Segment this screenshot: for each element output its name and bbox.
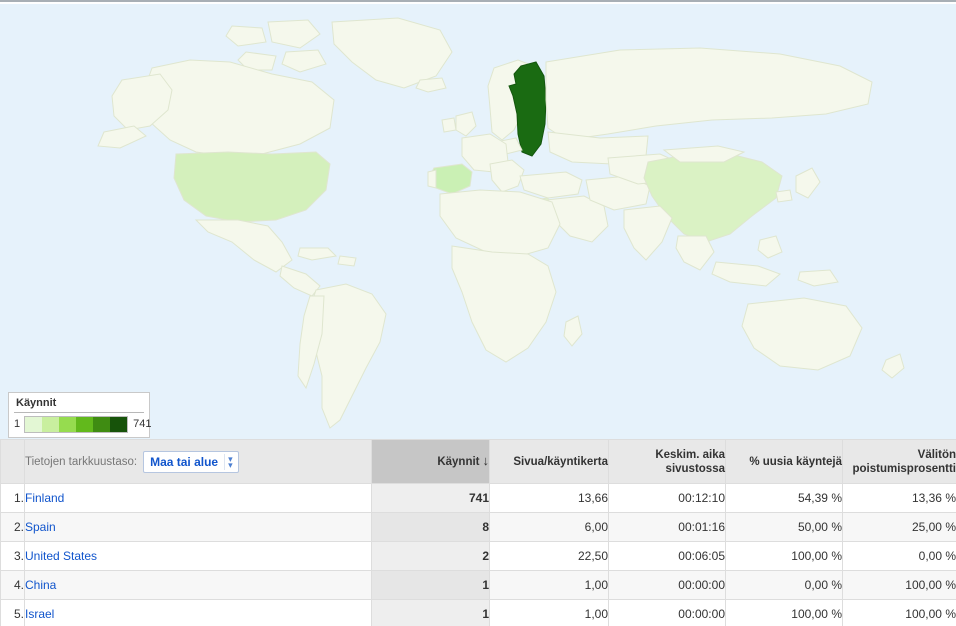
row-bounce-rate: 25,00 % [843, 513, 956, 542]
country-link[interactable]: Finland [25, 491, 64, 505]
legend-swatches [24, 416, 128, 433]
row-dimension: China [25, 571, 372, 600]
legend-swatch-3 [59, 417, 76, 432]
row-pages-per-visit: 1,00 [490, 600, 609, 626]
row-bounce-rate: 0,00 % [843, 542, 956, 571]
country-portugal[interactable] [428, 170, 436, 188]
row-new-visits-pct: 54,39 % [726, 484, 843, 513]
table-row[interactable]: 5. Israel 1 1,00 00:00:00 100,00 % 100,0… [1, 600, 956, 626]
country-link[interactable]: Israel [25, 607, 54, 621]
header-index [1, 440, 25, 484]
row-visits: 1 [372, 571, 490, 600]
country-ireland[interactable] [442, 118, 456, 132]
table-row[interactable]: 1. Finland 741 13,66 00:12:10 54,39 % 13… [1, 484, 956, 513]
row-new-visits-pct: 0,00 % [726, 571, 843, 600]
country-korea[interactable] [776, 190, 792, 202]
table-body: 1. Finland 741 13,66 00:12:10 54,39 % 13… [1, 484, 956, 626]
legend-min-value: 1 [14, 417, 20, 432]
dimension-select-value: Maa tai alue [150, 454, 224, 470]
map-legend: Käynnit 1 741 [8, 392, 150, 438]
row-dimension: Finland [25, 484, 372, 513]
country-hispaniola[interactable] [338, 256, 356, 266]
dimension-select[interactable]: Maa tai alue ▾▾ [143, 451, 239, 473]
header-visits-label: Käynnit [437, 456, 479, 468]
row-avg-time: 00:00:00 [609, 571, 726, 600]
geo-data-table-container: Tietojen tarkkuustaso: Maa tai alue ▾▾ K… [0, 439, 956, 626]
dimension-control: Tietojen tarkkuustaso: Maa tai alue ▾▾ [25, 451, 371, 473]
row-visits: 8 [372, 513, 490, 542]
legend-scale: 1 741 [14, 417, 144, 432]
dimension-label: Tietojen tarkkuustaso: [25, 455, 137, 469]
row-visits: 2 [372, 542, 490, 571]
header-visits[interactable]: Käynnit↓ [372, 440, 490, 484]
row-index: 3. [1, 542, 25, 571]
legend-swatch-4 [76, 417, 93, 432]
row-avg-time: 00:06:05 [609, 542, 726, 571]
world-map[interactable]: Käynnit 1 741 [0, 4, 956, 439]
table-row[interactable]: 2. Spain 8 6,00 00:01:16 50,00 % 25,00 % [1, 513, 956, 542]
row-new-visits-pct: 50,00 % [726, 513, 843, 542]
world-map-svg[interactable] [0, 4, 956, 439]
legend-swatch-2 [42, 417, 59, 432]
sort-desc-icon: ↓ [480, 453, 490, 468]
country-link[interactable]: United States [25, 549, 97, 563]
row-visits: 1 [372, 600, 490, 626]
row-bounce-rate: 100,00 % [843, 600, 956, 626]
row-avg-time: 00:01:16 [609, 513, 726, 542]
header-avg-time[interactable]: Keskim. aika sivustossa [609, 440, 726, 484]
legend-swatch-5 [93, 417, 110, 432]
row-dimension: Spain [25, 513, 372, 542]
header-bounce-rate[interactable]: Välitön poistumisprosentti [843, 440, 956, 484]
row-pages-per-visit: 6,00 [490, 513, 609, 542]
row-avg-time: 00:00:00 [609, 600, 726, 626]
row-dimension: Israel [25, 600, 372, 626]
geo-data-table: Tietojen tarkkuustaso: Maa tai alue ▾▾ K… [0, 439, 956, 626]
row-new-visits-pct: 100,00 % [726, 600, 843, 626]
table-header: Tietojen tarkkuustaso: Maa tai alue ▾▾ K… [1, 440, 956, 484]
row-dimension: United States [25, 542, 372, 571]
legend-title: Käynnit [14, 397, 144, 413]
row-new-visits-pct: 100,00 % [726, 542, 843, 571]
header-new-visits-pct[interactable]: % uusia käyntejä [726, 440, 843, 484]
table-row[interactable]: 3. United States 2 22,50 00:06:05 100,00… [1, 542, 956, 571]
row-index: 2. [1, 513, 25, 542]
header-dimension: Tietojen tarkkuustaso: Maa tai alue ▾▾ [25, 440, 372, 484]
row-index: 1. [1, 484, 25, 513]
row-bounce-rate: 13,36 % [843, 484, 956, 513]
row-pages-per-visit: 13,66 [490, 484, 609, 513]
legend-max-value: 741 [133, 417, 151, 432]
legend-swatch-1 [25, 417, 42, 432]
row-bounce-rate: 100,00 % [843, 571, 956, 600]
table-row[interactable]: 4. China 1 1,00 00:00:00 0,00 % 100,00 % [1, 571, 956, 600]
chevron-double-down-icon: ▾▾ [224, 454, 236, 470]
row-pages-per-visit: 22,50 [490, 542, 609, 571]
row-index: 5. [1, 600, 25, 626]
row-visits: 741 [372, 484, 490, 513]
legend-swatch-6 [110, 417, 127, 432]
country-link[interactable]: Spain [25, 520, 56, 534]
row-pages-per-visit: 1,00 [490, 571, 609, 600]
header-pages-per-visit[interactable]: Sivua/käyntikerta [490, 440, 609, 484]
country-link[interactable]: China [25, 578, 56, 592]
row-index: 4. [1, 571, 25, 600]
row-avg-time: 00:12:10 [609, 484, 726, 513]
table-header-row: Tietojen tarkkuustaso: Maa tai alue ▾▾ K… [1, 440, 956, 484]
geo-map-report: Käynnit 1 741 [0, 0, 956, 624]
